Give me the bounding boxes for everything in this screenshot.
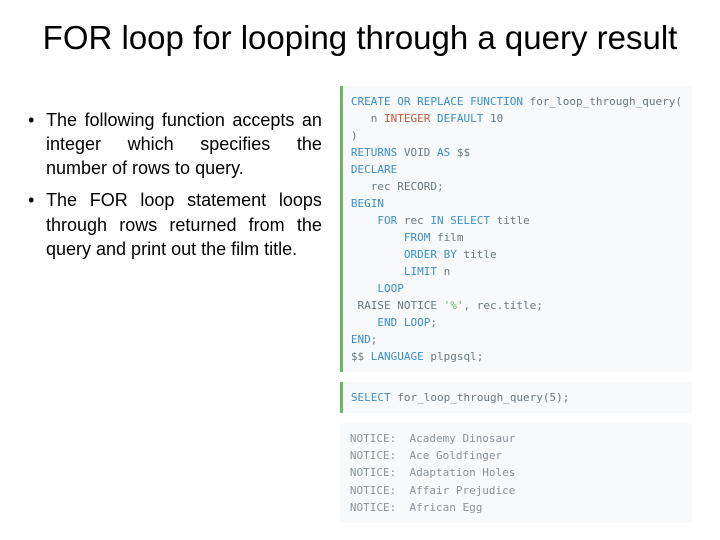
code-text: VOID [397, 146, 437, 159]
code-text: ) [351, 129, 358, 142]
code-text: ; [371, 333, 378, 346]
code-text [351, 282, 378, 295]
code-keyword: RETURNS [351, 146, 397, 159]
code-keyword: FROM [404, 231, 431, 244]
content-row: The following function accepts an intege… [28, 86, 692, 523]
code-keyword: DEFAULT [430, 112, 483, 125]
code-text: title [490, 214, 530, 227]
code-keyword: IN SELECT [430, 214, 490, 227]
code-text: , rec.title; [463, 299, 542, 312]
code-keyword: LIMIT [404, 265, 437, 278]
code-text [351, 214, 378, 227]
bullet-item: The FOR loop statement loops through row… [28, 188, 322, 261]
code-keyword: END LOOP [377, 316, 430, 329]
right-column: CREATE OR REPLACE FUNCTION for_loop_thro… [340, 86, 692, 523]
code-keyword: ORDER BY [404, 248, 457, 261]
code-keyword: CREATE OR REPLACE FUNCTION [351, 95, 523, 108]
code-keyword: AS [437, 146, 450, 159]
code-block-select: SELECT for_loop_through_query(5); [340, 382, 692, 413]
code-text: $$ [450, 146, 470, 159]
code-text [351, 265, 404, 278]
code-keyword: DECLARE [351, 163, 397, 176]
output-line: NOTICE: Ace Goldfinger [350, 449, 502, 462]
left-column: The following function accepts an intege… [28, 86, 322, 523]
code-string: '%' [444, 299, 464, 312]
code-text: for_loop_through_query( [523, 95, 682, 108]
code-text: rec RECORD; [351, 180, 444, 193]
slide-title: FOR loop for looping through a query res… [28, 18, 692, 58]
code-block-function: CREATE OR REPLACE FUNCTION for_loop_thro… [340, 86, 692, 373]
code-keyword: LANGUAGE [371, 350, 424, 363]
code-text: for_loop_through_query(5); [391, 391, 570, 404]
code-text: rec [397, 214, 430, 227]
code-text: n [437, 265, 450, 278]
output-block: NOTICE: Academy Dinosaur NOTICE: Ace Gol… [340, 423, 692, 522]
code-text: $$ [351, 350, 371, 363]
code-text: 10 [483, 112, 503, 125]
code-text: RAISE NOTICE [351, 299, 444, 312]
bullet-list: The following function accepts an intege… [28, 108, 322, 262]
code-text: plpgsql; [424, 350, 484, 363]
output-line: NOTICE: Affair Prejudice [350, 484, 516, 497]
code-text: n [351, 112, 384, 125]
code-keyword: LOOP [377, 282, 404, 295]
code-text [351, 248, 404, 261]
code-text: ; [430, 316, 437, 329]
slide: FOR loop for looping through a query res… [0, 0, 720, 540]
code-keyword: BEGIN [351, 197, 384, 210]
code-type: INTEGER [384, 112, 430, 125]
code-text: title [457, 248, 497, 261]
code-keyword: SELECT [351, 391, 391, 404]
code-text [351, 316, 378, 329]
code-keyword: FOR [377, 214, 397, 227]
code-text: film [430, 231, 463, 244]
output-line: NOTICE: Adaptation Holes [350, 466, 516, 479]
bullet-item: The following function accepts an intege… [28, 108, 322, 181]
code-keyword: END [351, 333, 371, 346]
output-line: NOTICE: Academy Dinosaur [350, 432, 516, 445]
code-text [351, 231, 404, 244]
output-line: NOTICE: African Egg [350, 501, 482, 514]
